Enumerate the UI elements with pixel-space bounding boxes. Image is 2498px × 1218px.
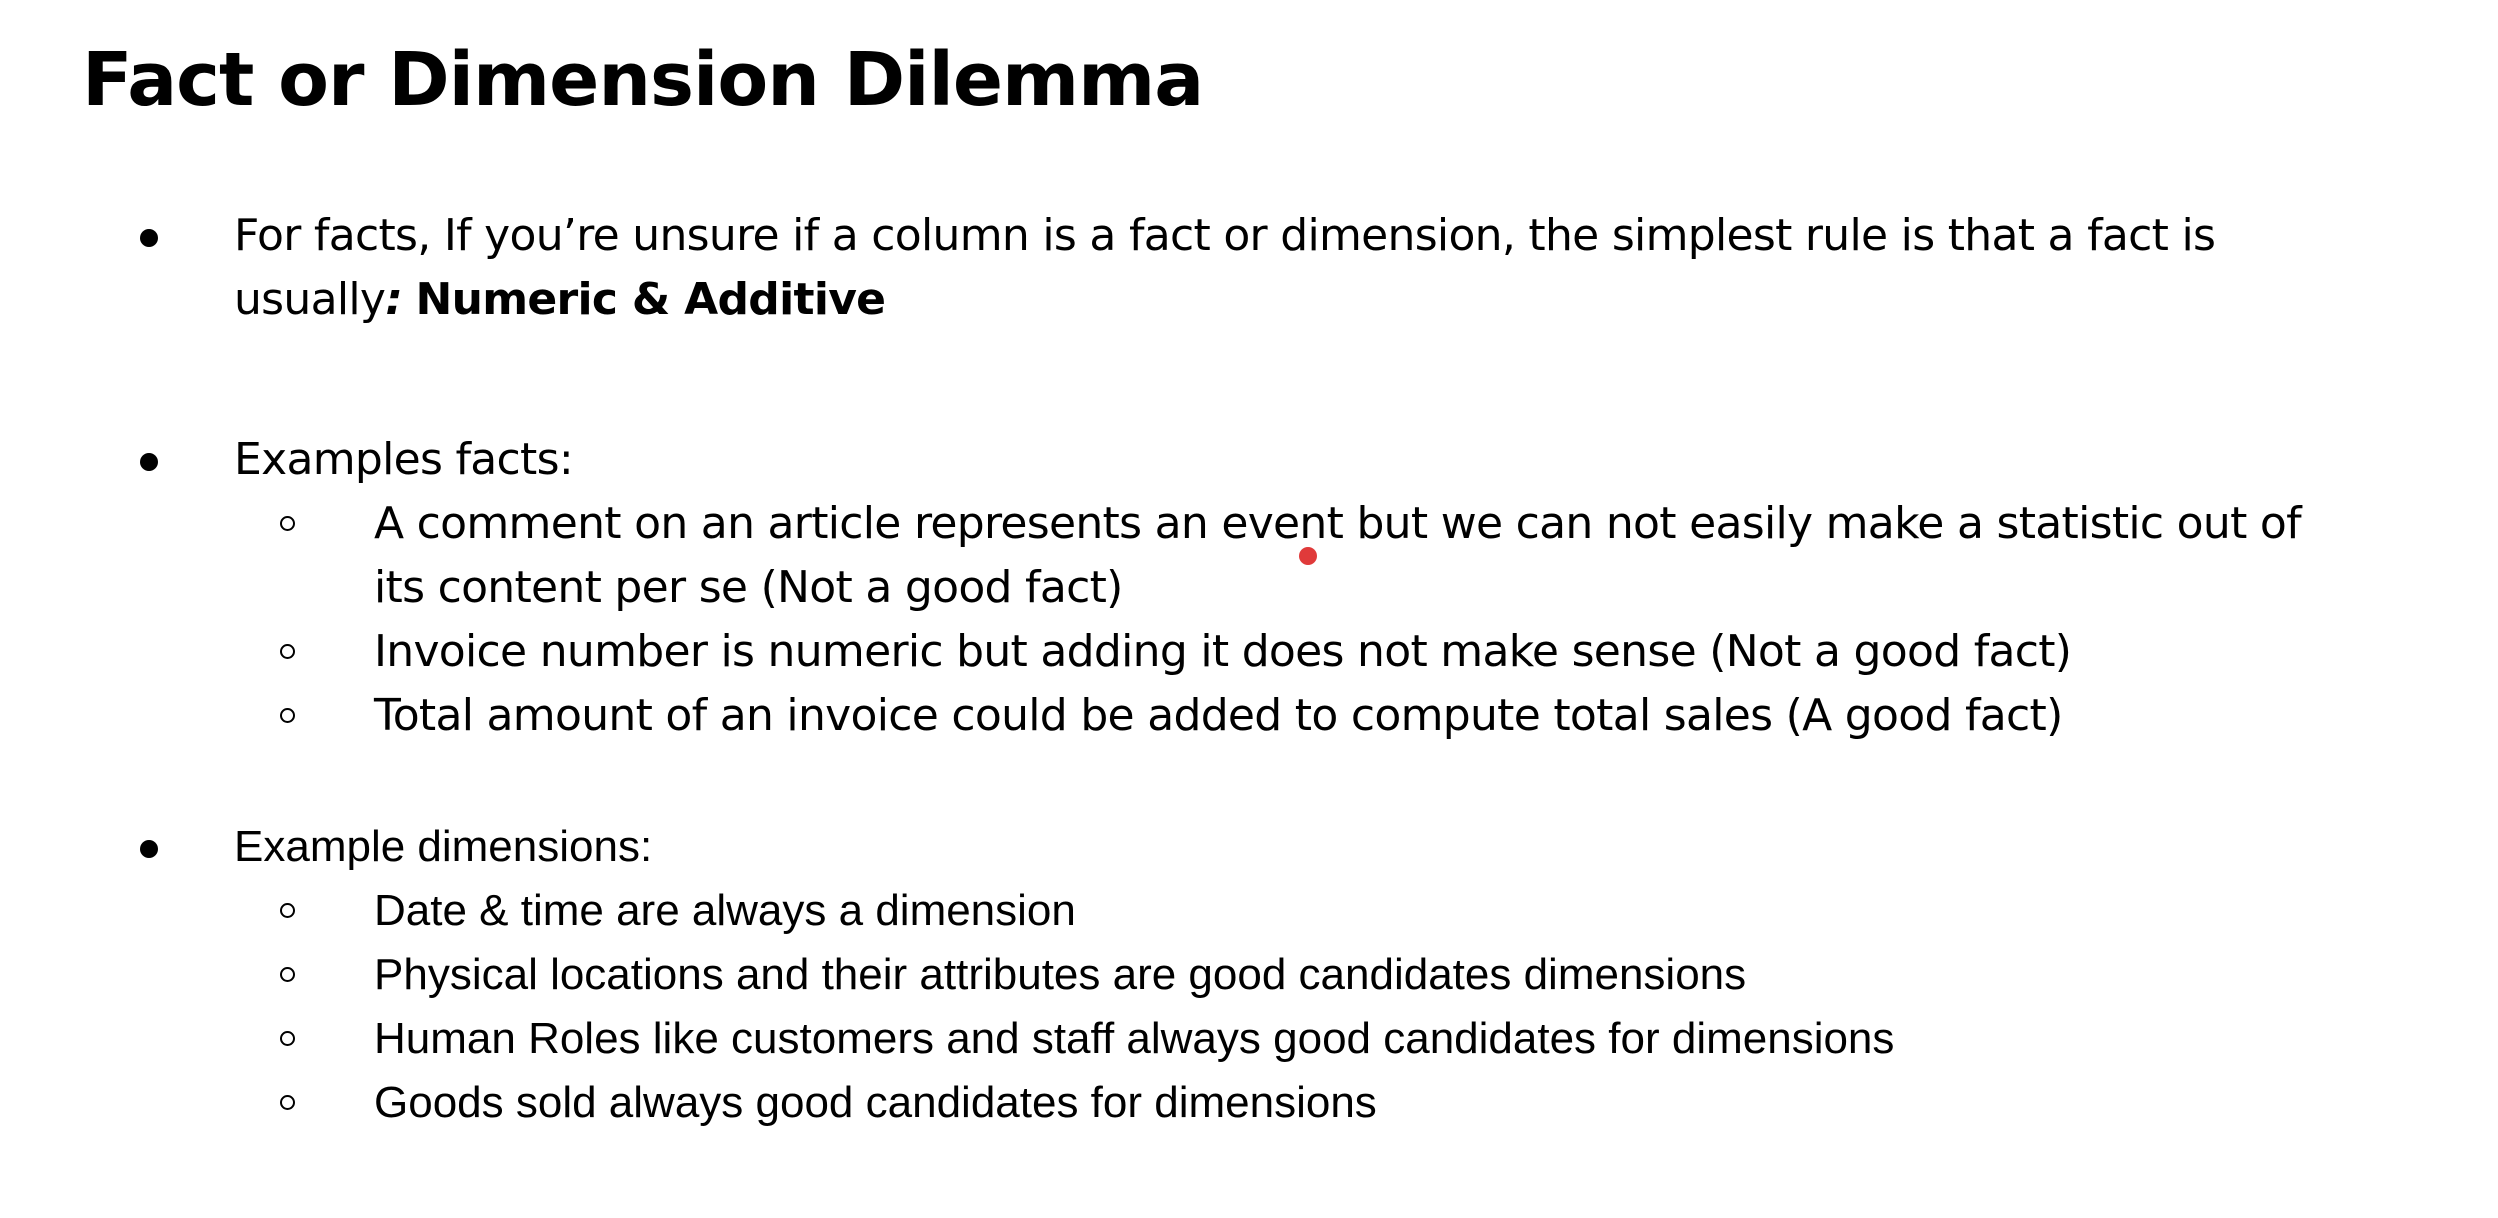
bullet-label: Examples facts: [234, 434, 574, 485]
bullet-dot-icon [140, 453, 158, 471]
bullet-label: Example dimensions: [234, 822, 653, 871]
sub-bullet-circle-icon [280, 708, 295, 723]
sub-bullet-circle-icon [280, 1095, 295, 1110]
bullet-text: For facts, If you’re unsure if a column … [234, 210, 2216, 261]
sub-bullet-text: Total amount of an invoice could be adde… [374, 690, 2063, 741]
sub-bullet-line-continued: its content per se (Not a good fact) [0, 556, 2498, 620]
bullet-text-continued: usually: Numeric & Additive [234, 268, 886, 332]
bullet-examples-facts: Examples facts: A comment on an article … [0, 428, 2498, 748]
bullet-line: For facts, If you’re unsure if a column … [0, 204, 2498, 268]
bullet-fact-rule: For facts, If you’re unsure if a column … [0, 204, 2498, 332]
sub-bullet-text: Goods sold always good candidates for di… [374, 1078, 1377, 1127]
sub-bullet-circle-icon [280, 644, 295, 659]
sub-bullet-circle-icon [280, 516, 295, 531]
sub-bullet-line: Total amount of an invoice could be adde… [0, 684, 2498, 748]
bullet-dot-icon [140, 229, 158, 247]
colon-text: : [385, 274, 403, 325]
sub-bullet-circle-icon [280, 903, 295, 918]
sub-bullet-text: A comment on an article represents an ev… [374, 498, 2302, 549]
sub-bullet-text-continued: its content per se (Not a good fact) [374, 562, 1123, 613]
numeric-additive-text: Numeric & Additive [415, 274, 886, 325]
slide-title: Fact or Dimension Dilemma [82, 37, 1204, 123]
sub-bullet-line: Physical locations and their attributes … [0, 943, 2498, 1007]
sub-bullet-line: Goods sold always good candidates for di… [0, 1071, 2498, 1135]
sub-bullet-line: A comment on an article represents an ev… [0, 492, 2498, 556]
sub-bullet-circle-icon [280, 967, 295, 982]
sub-bullet-line: Human Roles like customers and staff alw… [0, 1007, 2498, 1071]
sub-bullet-text: Date & time are always a dimension [374, 886, 1076, 935]
bullet-dot-icon [140, 840, 158, 858]
sub-bullet-text: Human Roles like customers and staff alw… [374, 1014, 1895, 1063]
bullet-example-dimensions: Example dimensions: Date & time are alwa… [0, 815, 2498, 1135]
sub-bullet-circle-icon [280, 1031, 295, 1046]
usually-text: usually [234, 274, 386, 325]
sub-bullet-text: Invoice number is numeric but adding it … [374, 626, 2072, 677]
bullet-line: Examples facts: [0, 428, 2498, 492]
sub-bullet-line: Date & time are always a dimension [0, 879, 2498, 943]
sub-bullet-text: Physical locations and their attributes … [374, 950, 1747, 999]
bullet-line: Example dimensions: [0, 815, 2498, 879]
laser-pointer-icon [1299, 547, 1317, 565]
bullet-line-continued: usually: Numeric & Additive [0, 268, 2498, 332]
sub-bullet-line: Invoice number is numeric but adding it … [0, 620, 2498, 684]
